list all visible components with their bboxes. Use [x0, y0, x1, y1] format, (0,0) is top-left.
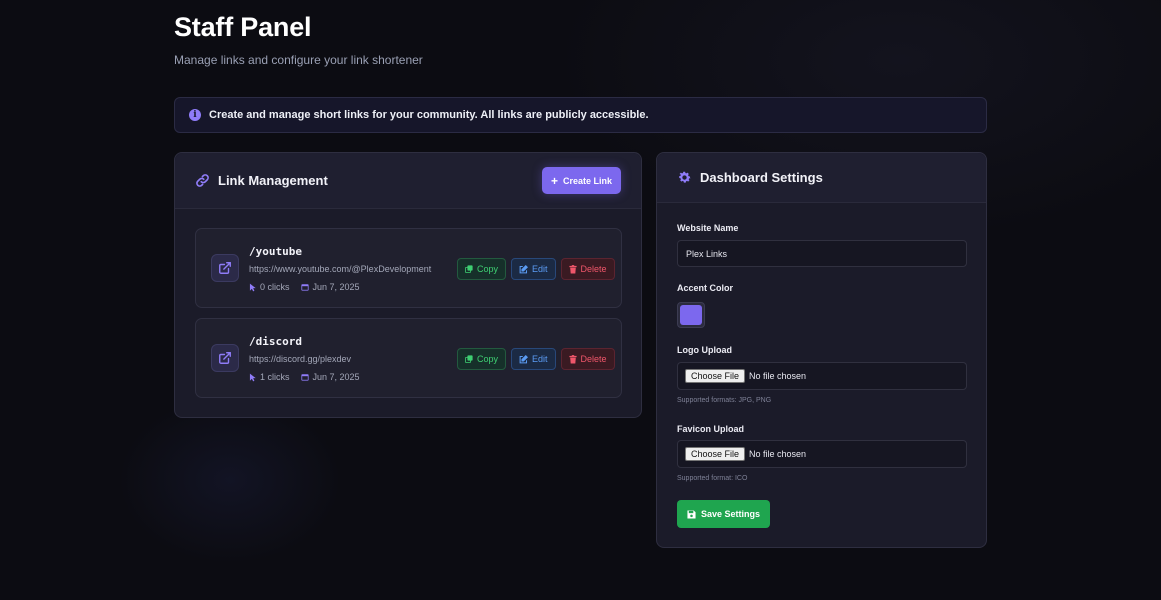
copy-icon [465, 265, 473, 273]
gear-icon [679, 171, 691, 183]
accent-color-picker[interactable] [677, 302, 705, 328]
trash-icon [568, 354, 577, 363]
edit-label: Edit [532, 264, 548, 274]
edit-icon [519, 264, 529, 273]
copy-button[interactable]: Copy [457, 348, 507, 370]
delete-label: Delete [580, 354, 607, 364]
cursor-icon [249, 283, 256, 291]
logo-upload-hint: Supported formats: JPG, PNG [677, 397, 772, 404]
dashboard-settings-header: Dashboard Settings [657, 153, 986, 203]
link-actions: Copy Edit Delete [457, 348, 615, 370]
link-destination-url: https://discord.gg/plexdev [249, 354, 352, 364]
link-date: Jun 7, 2025 [312, 282, 360, 292]
copy-label: Copy [477, 264, 499, 274]
external-link-icon [211, 344, 239, 372]
link-clicks: 1 clicks [260, 372, 290, 382]
page-title: Staff Panel [174, 12, 312, 42]
save-settings-button[interactable]: Save Settings [677, 500, 770, 528]
plus-icon: + [550, 173, 558, 188]
link-clicks: 0 clicks [260, 282, 290, 292]
link-date: Jun 7, 2025 [312, 372, 360, 382]
logo-upload-input[interactable]: Choose File No file chosen [677, 362, 967, 390]
delete-label: Delete [580, 264, 607, 274]
link-meta: 1 clicks Jun 7, 2025 [249, 372, 360, 382]
link-management-card: Link Management + Create Link /youtube h… [174, 152, 642, 418]
external-link-icon [211, 254, 239, 282]
link-management-header: Link Management + Create Link [175, 153, 641, 209]
website-name-label: Website Name [677, 223, 739, 233]
edit-button[interactable]: Edit [511, 258, 556, 280]
accent-color-label: Accent Color [677, 283, 734, 293]
cursor-icon [249, 373, 256, 381]
info-banner-text: Create and manage short links for your c… [209, 109, 649, 121]
dashboard-settings-title: Dashboard Settings [700, 170, 823, 185]
link-management-title: Link Management [218, 173, 328, 188]
link-slug: /youtube [249, 245, 302, 258]
link-meta: 0 clicks Jun 7, 2025 [249, 282, 360, 292]
logo-upload-label: Logo Upload [677, 345, 732, 355]
save-settings-label: Save Settings [700, 509, 761, 519]
link-actions: Copy Edit Delete [457, 258, 615, 280]
logo-file-status: No file chosen [749, 371, 807, 381]
trash-icon [568, 264, 577, 273]
favicon-upload-label: Favicon Upload [677, 424, 745, 434]
favicon-choose-file-button[interactable]: Choose File [685, 447, 746, 461]
save-icon [687, 509, 696, 519]
delete-button[interactable]: Delete [560, 258, 615, 280]
info-icon: i [189, 109, 201, 121]
website-name-input[interactable] [677, 240, 967, 267]
link-item: /youtube https://www.youtube.com/@PlexDe… [195, 228, 622, 308]
favicon-upload-hint: Supported format: ICO [677, 475, 748, 482]
page-subtitle: Manage links and configure your link sho… [174, 53, 423, 67]
dashboard-settings-card: Dashboard Settings Website Name Accent C… [656, 152, 987, 548]
link-destination-url: https://www.youtube.com/@PlexDevelopment [249, 264, 432, 274]
edit-icon [519, 354, 529, 363]
link-item: /discord https://discord.gg/plexdev 1 cl… [195, 318, 622, 398]
calendar-icon [300, 374, 309, 381]
delete-button[interactable]: Delete [560, 348, 615, 370]
edit-button[interactable]: Edit [511, 348, 556, 370]
logo-choose-file-button[interactable]: Choose File [685, 369, 746, 383]
link-icon [196, 174, 209, 187]
accent-color-swatch [680, 305, 702, 325]
info-banner: i Create and manage short links for your… [174, 97, 987, 133]
favicon-file-status: No file chosen [749, 449, 807, 459]
create-link-button[interactable]: + Create Link [541, 167, 621, 194]
copy-button[interactable]: Copy [457, 258, 507, 280]
favicon-upload-input[interactable]: Choose File No file chosen [677, 440, 967, 468]
copy-label: Copy [477, 354, 499, 364]
edit-label: Edit [532, 354, 548, 364]
link-slug: /discord [249, 335, 302, 348]
calendar-icon [300, 284, 309, 291]
copy-icon [465, 355, 473, 363]
create-link-label: Create Link [562, 175, 612, 186]
